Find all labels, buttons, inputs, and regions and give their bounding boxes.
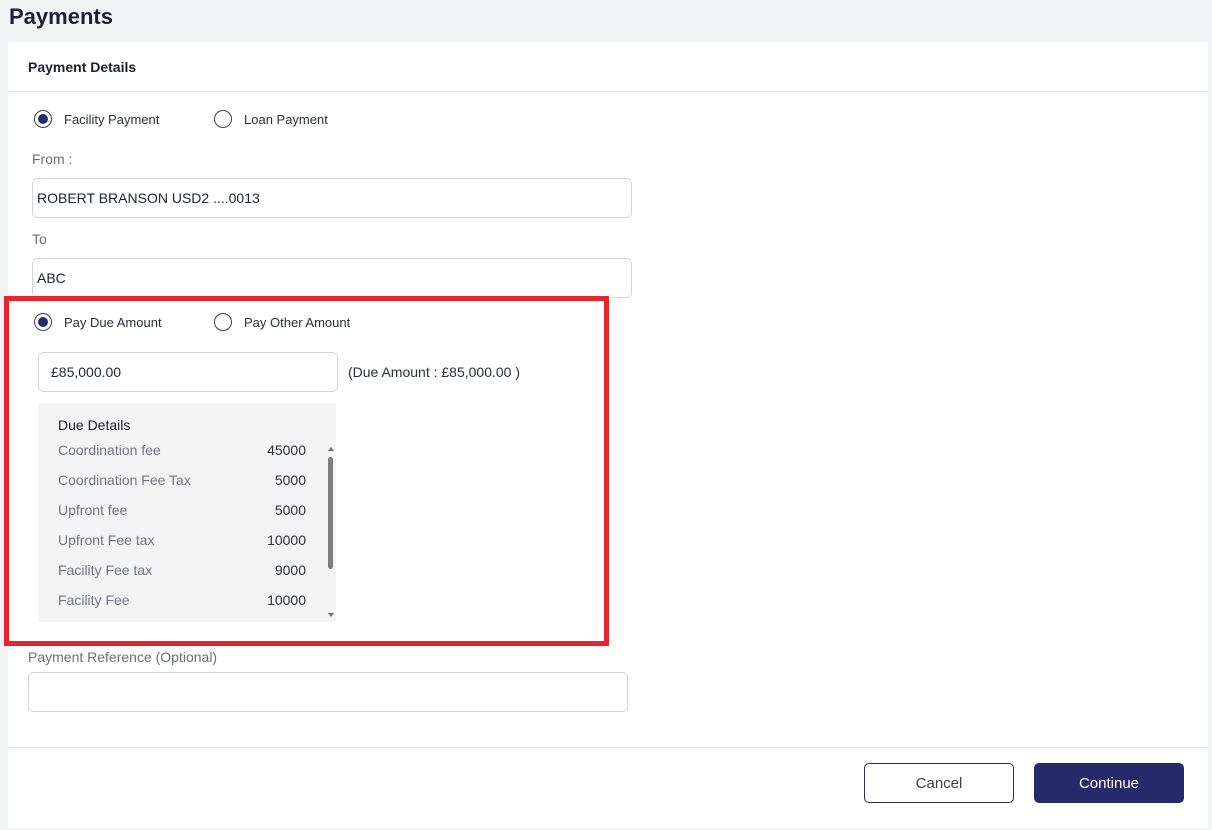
to-account-value: ABC <box>37 270 66 286</box>
page-title: Payments <box>9 4 113 29</box>
radio-label: Loan Payment <box>244 111 328 127</box>
continue-button[interactable]: Continue <box>1034 763 1184 803</box>
from-account-value: ROBERT BRANSON USD2 ....0013 <box>37 190 260 206</box>
radio-label: Facility Payment <box>64 111 160 127</box>
highlight-box <box>4 296 609 646</box>
from-account-field[interactable]: ROBERT BRANSON USD2 ....0013 <box>32 178 632 218</box>
payment-reference-input[interactable] <box>28 672 628 712</box>
radio-loan-payment[interactable]: Loan Payment <box>214 110 328 128</box>
radio-selected-icon <box>34 110 52 128</box>
card-header: Payment Details <box>8 42 1208 92</box>
payment-reference-label: Payment Reference (Optional) <box>28 649 218 665</box>
to-account-field[interactable]: ABC <box>32 258 632 298</box>
from-label: From : <box>32 151 73 167</box>
footer-divider <box>8 747 1208 748</box>
radio-unselected-icon <box>214 110 232 128</box>
radio-facility-payment[interactable]: Facility Payment <box>34 110 159 128</box>
to-label: To <box>32 231 47 247</box>
cancel-button[interactable]: Cancel <box>864 763 1014 803</box>
